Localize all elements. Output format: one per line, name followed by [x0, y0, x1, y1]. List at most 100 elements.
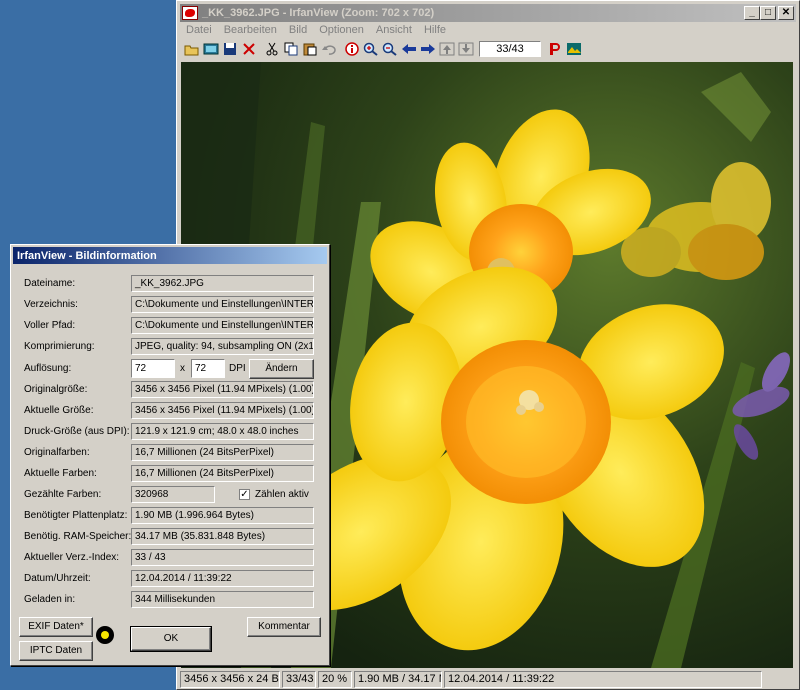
exif-data-button[interactable]: EXIF Daten* [19, 617, 93, 637]
image-info-dialog: IrfanView - Bildinformation Dateiname: _… [10, 244, 330, 666]
cut-icon[interactable] [262, 40, 281, 58]
info-icon[interactable] [342, 40, 361, 58]
compression-label: Komprimierung: [24, 341, 95, 352]
compression-value[interactable]: JPEG, quality: 94, subsampling ON (2x1) [131, 338, 314, 355]
main-titlebar[interactable]: _KK_3962.JPG - IrfanView (Zoom: 702 x 70… [180, 4, 796, 22]
status-page-index: 33/43 [282, 671, 316, 688]
zoom-in-icon[interactable] [361, 40, 380, 58]
menu-hilfe[interactable]: Hilfe [418, 23, 452, 39]
row-directory: Verzeichnis: C:\Dokumente und Einstellun… [11, 296, 329, 314]
ok-button[interactable]: OK [130, 626, 212, 652]
dpi-separator: x [180, 363, 185, 374]
ram-label: Benötig. RAM-Speicher: [24, 531, 132, 542]
first-page-icon[interactable] [437, 40, 456, 58]
row-current-colors: Aktuelle Farben: 16,7 Millionen (24 Bits… [11, 465, 329, 483]
row-resolution: Auflösung: 72 x 72 DPI Ändern [11, 359, 329, 379]
dialog-titlebar[interactable]: IrfanView - Bildinformation [13, 247, 327, 264]
effects-icon[interactable] [564, 40, 583, 58]
current-size-value[interactable]: 3456 x 3456 Pixel (11.94 MPixels) (1.00) [131, 402, 314, 419]
original-colors-label: Originalfarben: [24, 447, 90, 458]
maximize-button[interactable]: □ [760, 6, 776, 20]
menu-datei[interactable]: Datei [180, 23, 218, 39]
row-original-colors: Originalfarben: 16,7 Millionen (24 BitsP… [11, 444, 329, 462]
menu-bearbeiten[interactable]: Bearbeiten [218, 23, 283, 39]
resolution-label: Auflösung: [24, 363, 72, 374]
row-ram: Benötig. RAM-Speicher: 34.17 MB (35.831.… [11, 528, 329, 546]
load-time-label: Geladen in: [24, 594, 76, 605]
load-time-value[interactable]: 344 Millisekunden [131, 591, 314, 608]
dialog-title: IrfanView - Bildinformation [17, 249, 157, 262]
iptc-data-button[interactable]: IPTC Daten [19, 641, 93, 661]
row-load-time: Geladen in: 344 Millisekunden [11, 591, 329, 609]
statusbar: 3456 x 3456 x 24 BPP 33/43 20 % 1.90 MB … [180, 671, 796, 689]
menubar: Datei Bearbeiten Bild Optionen Ansicht H… [180, 23, 796, 39]
row-full-path: Voller Pfad: C:\Dokumente und Einstellun… [11, 317, 329, 335]
dpi-unit: DPI [229, 363, 246, 374]
menu-ansicht[interactable]: Ansicht [370, 23, 418, 39]
undo-icon[interactable] [319, 40, 338, 58]
print-icon[interactable] [545, 40, 564, 58]
full-path-value[interactable]: C:\Dokumente und Einstellungen\INTERN [131, 317, 314, 334]
filename-value[interactable]: _KK_3962.JPG [131, 275, 314, 292]
ram-value[interactable]: 34.17 MB (35.831.848 Bytes) [131, 528, 314, 545]
open-folder-icon[interactable] [182, 40, 201, 58]
page-index-field[interactable]: 33/43 [479, 41, 541, 57]
delete-icon[interactable] [239, 40, 258, 58]
row-date-time: Datum/Uhrzeit: 12.04.2014 / 11:39:22 [11, 570, 329, 588]
row-original-size: Originalgröße: 3456 x 3456 Pixel (11.94 … [11, 381, 329, 399]
directory-value[interactable]: C:\Dokumente und Einstellungen\INTERN [131, 296, 314, 313]
copy-icon[interactable] [281, 40, 300, 58]
current-size-label: Aktuelle Größe: [24, 405, 94, 416]
dir-index-value[interactable]: 33 / 43 [131, 549, 314, 566]
row-filename: Dateiname: _KK_3962.JPG [11, 275, 329, 293]
count-colors-label: Zählen aktiv [255, 489, 309, 500]
date-time-value[interactable]: 12.04.2014 / 11:39:22 [131, 570, 314, 587]
current-colors-label: Aktuelle Farben: [24, 468, 97, 479]
counted-colors-label: Gezählte Farben: [24, 489, 102, 500]
original-size-value[interactable]: 3456 x 3456 Pixel (11.94 MPixels) (1.00) [131, 381, 314, 398]
main-window-title: _KK_3962.JPG - IrfanView (Zoom: 702 x 70… [202, 7, 435, 19]
status-zoom: 20 % [318, 671, 352, 688]
row-current-size: Aktuelle Größe: 3456 x 3456 Pixel (11.94… [11, 402, 329, 420]
minimize-button[interactable]: _ [744, 6, 760, 20]
paste-icon[interactable] [300, 40, 319, 58]
last-page-icon[interactable] [456, 40, 475, 58]
dpi-x-input[interactable]: 72 [131, 359, 175, 378]
count-colors-checkbox[interactable]: ✓ [239, 489, 250, 500]
cursor-highlight-dot [96, 626, 114, 644]
disk-space-value[interactable]: 1.90 MB (1.996.964 Bytes) [131, 507, 314, 524]
row-print-size: Druck-Größe (aus DPI): 121.9 x 121.9 cm;… [11, 423, 329, 441]
menu-bild[interactable]: Bild [283, 23, 313, 39]
dpi-y-input[interactable]: 72 [191, 359, 225, 378]
irfanview-logo-icon [182, 6, 198, 20]
save-icon[interactable] [220, 40, 239, 58]
zoom-out-icon[interactable] [380, 40, 399, 58]
print-size-value[interactable]: 121.9 x 121.9 cm; 48.0 x 48.0 inches [131, 423, 314, 440]
next-arrow-icon[interactable] [418, 40, 437, 58]
directory-label: Verzeichnis: [24, 299, 78, 310]
comment-button[interactable]: Kommentar [247, 617, 321, 637]
disk-space-label: Benötigter Plattenplatz: [24, 510, 128, 521]
slideshow-icon[interactable] [201, 40, 220, 58]
status-date-time: 12.04.2014 / 11:39:22 [444, 671, 762, 688]
dir-index-label: Aktueller Verz.-Index: [24, 552, 120, 563]
toolbar: 33/43 [180, 39, 796, 59]
row-counted-colors: Gezählte Farben: 320968 ✓ Zählen aktiv [11, 486, 329, 504]
print-size-label: Druck-Größe (aus DPI): [24, 426, 130, 437]
status-image-size: 3456 x 3456 x 24 BPP [180, 671, 280, 688]
close-button[interactable]: ✕ [778, 6, 794, 20]
original-colors-value[interactable]: 16,7 Millionen (24 BitsPerPixel) [131, 444, 314, 461]
original-size-label: Originalgröße: [24, 384, 88, 395]
date-time-label: Datum/Uhrzeit: [24, 573, 91, 584]
full-path-label: Voller Pfad: [24, 320, 76, 331]
change-dpi-button[interactable]: Ändern [249, 359, 314, 379]
row-disk-space: Benötigter Plattenplatz: 1.90 MB (1.996.… [11, 507, 329, 525]
current-colors-value[interactable]: 16,7 Millionen (24 BitsPerPixel) [131, 465, 314, 482]
previous-arrow-icon[interactable] [399, 40, 418, 58]
menu-optionen[interactable]: Optionen [313, 23, 370, 39]
status-file-size: 1.90 MB / 34.17 MB [354, 671, 442, 688]
row-dir-index: Aktueller Verz.-Index: 33 / 43 [11, 549, 329, 567]
row-compression: Komprimierung: JPEG, quality: 94, subsam… [11, 338, 329, 356]
filename-label: Dateiname: [24, 278, 76, 289]
counted-colors-value[interactable]: 320968 [131, 486, 215, 503]
